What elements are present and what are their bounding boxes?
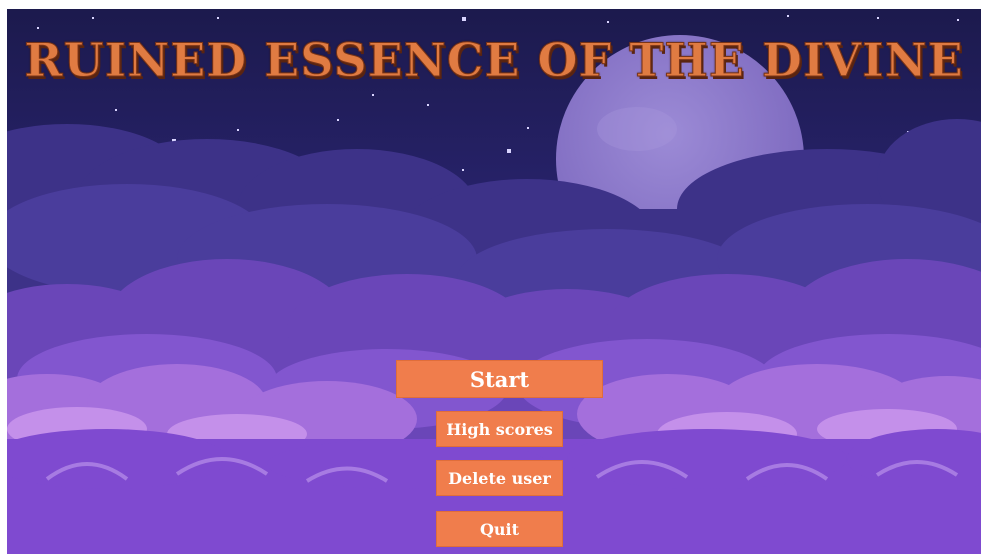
delete-user-button[interactable]: Delete user bbox=[436, 460, 563, 496]
start-button[interactable]: Start bbox=[396, 360, 603, 398]
game-title: RUINED ESSENCE OF THE DIVINE bbox=[24, 33, 964, 88]
quit-button[interactable]: Quit bbox=[436, 511, 563, 547]
game-window: RUINED ESSENCE OF THE DIVINE Start High … bbox=[7, 9, 981, 554]
high-scores-button[interactable]: High scores bbox=[436, 411, 563, 447]
